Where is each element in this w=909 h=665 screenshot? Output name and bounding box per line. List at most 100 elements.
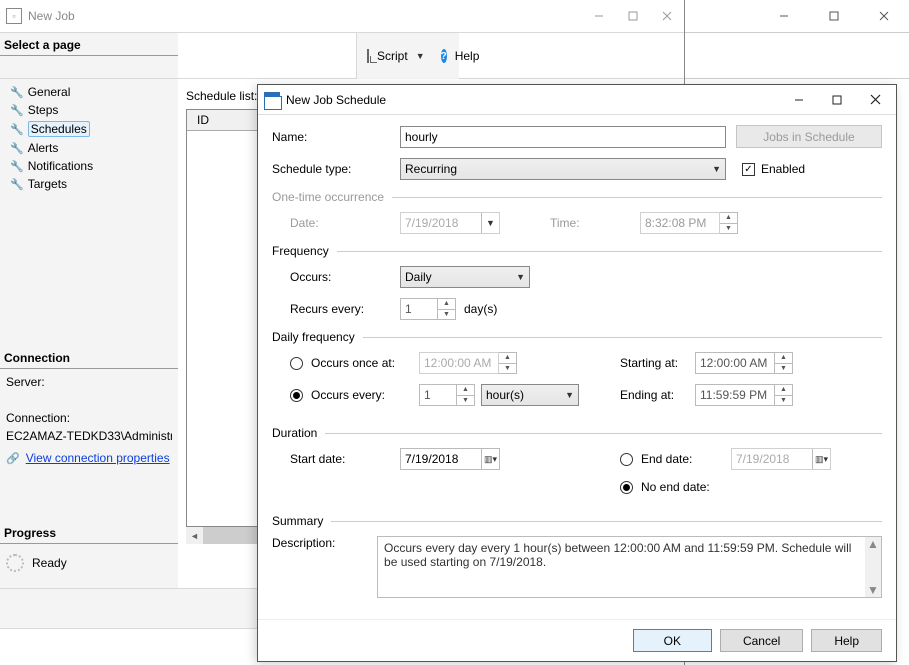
no-end-date-radio[interactable] [620, 481, 633, 494]
spinner-icon[interactable]: ▲▼ [438, 298, 456, 320]
end-date-label: End date: [641, 452, 731, 466]
new-job-titlebar: ▫ New Job [0, 0, 684, 33]
description-label: Description: [272, 536, 377, 550]
occurs-every-unit-select[interactable]: hour(s) ▼ [481, 384, 579, 406]
dialog-maximize-button[interactable] [818, 86, 856, 114]
script-button[interactable]: Script [377, 49, 408, 63]
cancel-button[interactable]: Cancel [720, 629, 803, 652]
bg-maximize-button[interactable] [817, 5, 851, 27]
help-button[interactable]: Help [455, 49, 480, 63]
occurs-every-value-input[interactable]: 1 ▲▼ [419, 384, 475, 406]
calendar-dropdown-icon: ▥▾ [812, 449, 830, 469]
dialog-title: New Job Schedule [286, 93, 386, 107]
chevron-down-icon: ▼ [481, 213, 499, 233]
onetime-time-input: 8:32:08 PM [640, 212, 720, 234]
help-icon: ? [441, 49, 447, 63]
view-connection-properties-link[interactable]: View connection properties [26, 451, 170, 465]
occurs-select[interactable]: Daily ▼ [400, 266, 530, 288]
nav-targets[interactable]: 🔧Targets [10, 175, 178, 193]
ending-at-label: Ending at: [620, 388, 695, 402]
recurs-label: Recurs every: [290, 302, 400, 316]
chevron-down-icon: ▼ [565, 390, 574, 400]
wrench-icon: 🔧 [10, 123, 24, 136]
schedule-type-label: Schedule type: [272, 162, 400, 176]
start-date-label: Start date: [290, 452, 400, 466]
occurs-every-label: Occurs every: [311, 388, 419, 402]
progress-status: Ready [32, 556, 67, 570]
connection-body: Server: Connection: EC2AMAZ-TEDKD33\Admi… [0, 369, 178, 477]
new-job-schedule-dialog: New Job Schedule Name: Jobs in Schedule … [257, 84, 897, 662]
occurs-once-radio[interactable] [290, 357, 303, 370]
nav-notifications[interactable]: 🔧Notifications [10, 157, 178, 175]
occurs-label: Occurs: [290, 270, 400, 284]
nav-general[interactable]: 🔧General [10, 83, 178, 101]
server-label: Server: [6, 375, 172, 389]
checkbox-icon: ✓ [742, 163, 755, 176]
select-page-header: Select a page [0, 33, 178, 56]
enabled-checkbox[interactable]: ✓ Enabled [742, 162, 805, 176]
connection-header: Connection [0, 346, 178, 369]
newjob-minimize-button[interactable] [582, 5, 616, 27]
onetime-date-picker: 7/19/2018 ▼ [400, 212, 500, 234]
starting-at-label: Starting at: [620, 356, 695, 370]
scroll-left-icon[interactable]: ◄ [186, 527, 203, 544]
spinner-icon[interactable]: ▲▼ [457, 384, 475, 406]
summary-group: Summary Description: Occurs every day ev… [272, 514, 882, 598]
server-value [6, 393, 172, 407]
nav-steps[interactable]: 🔧Steps [10, 101, 178, 119]
jobs-in-schedule-button: Jobs in Schedule [736, 125, 882, 148]
end-date-radio[interactable] [620, 453, 633, 466]
occurs-once-time-input: 12:00:00 AM [419, 352, 499, 374]
newjob-close-button[interactable] [650, 5, 684, 27]
wrench-icon: 🔧 [10, 178, 24, 191]
nav-alerts[interactable]: 🔧Alerts [10, 139, 178, 157]
script-dropdown-arrow[interactable]: ▼ [416, 51, 425, 61]
frequency-group: Frequency Occurs: Daily ▼ Recurs every: … [272, 244, 882, 320]
name-label: Name: [272, 130, 400, 144]
wrench-icon: 🔧 [10, 142, 24, 155]
starting-at-input[interactable]: 12:00:00 AM [695, 352, 775, 374]
onetime-date-label: Date: [290, 216, 400, 230]
onetime-time-label: Time: [550, 216, 610, 230]
daily-frequency-group: Daily frequency Occurs once at: 12:00:00… [272, 330, 882, 416]
chevron-down-icon: ▼ [712, 164, 721, 174]
description-textarea[interactable]: Occurs every day every 1 hour(s) between… [377, 536, 882, 598]
connection-properties-icon: 🔗 [6, 452, 20, 465]
progress-spinner-icon [6, 554, 24, 572]
page-nav: 🔧General 🔧Steps 🔧Schedules 🔧Alerts 🔧Noti… [0, 79, 178, 193]
background-window-titlebar [685, 0, 909, 33]
ok-button[interactable]: OK [633, 629, 712, 652]
dialog-help-button[interactable]: Help [811, 629, 882, 652]
new-job-window-icon: ▫ [6, 8, 22, 24]
script-icon [367, 49, 369, 63]
dialog-titlebar: New Job Schedule [258, 85, 896, 115]
recurs-every-input[interactable]: 1 ▲▼ [400, 298, 456, 320]
connection-value: EC2AMAZ-TEDKD33\Administrator [6, 429, 172, 443]
schedule-type-select[interactable]: Recurring ▼ [400, 158, 726, 180]
newjob-maximize-button[interactable] [616, 5, 650, 27]
schedule-icon [264, 92, 280, 108]
spinner-icon: ▲▼ [720, 212, 738, 234]
scroll-thumb[interactable] [203, 527, 263, 544]
progress-header: Progress [0, 521, 178, 544]
description-scrollbar[interactable]: ▲▼ [865, 537, 881, 597]
dialog-close-button[interactable] [856, 86, 894, 114]
wrench-icon: 🔧 [10, 104, 24, 117]
calendar-dropdown-icon: ▥▾ [481, 449, 499, 469]
spinner-icon[interactable]: ▲▼ [775, 384, 793, 406]
one-time-group: One-time occurrence Date: 7/19/2018 ▼ Ti… [272, 190, 882, 234]
connection-label: Connection: [6, 411, 172, 425]
wrench-icon: 🔧 [10, 86, 24, 99]
wrench-icon: 🔧 [10, 160, 24, 173]
name-input[interactable] [400, 126, 726, 148]
dialog-minimize-button[interactable] [780, 86, 818, 114]
spinner-icon[interactable]: ▲▼ [775, 352, 793, 374]
nav-schedules[interactable]: 🔧Schedules [10, 119, 178, 139]
bg-close-button[interactable] [867, 5, 901, 27]
start-date-picker[interactable]: 7/19/2018 ▥▾ [400, 448, 500, 470]
ending-at-input[interactable]: 11:59:59 PM [695, 384, 775, 406]
end-date-picker: 7/19/2018 ▥▾ [731, 448, 831, 470]
bg-minimize-button[interactable] [767, 5, 801, 27]
duration-group: Duration Start date: 7/19/2018 ▥▾ [272, 426, 882, 504]
occurs-every-radio[interactable] [290, 389, 303, 402]
